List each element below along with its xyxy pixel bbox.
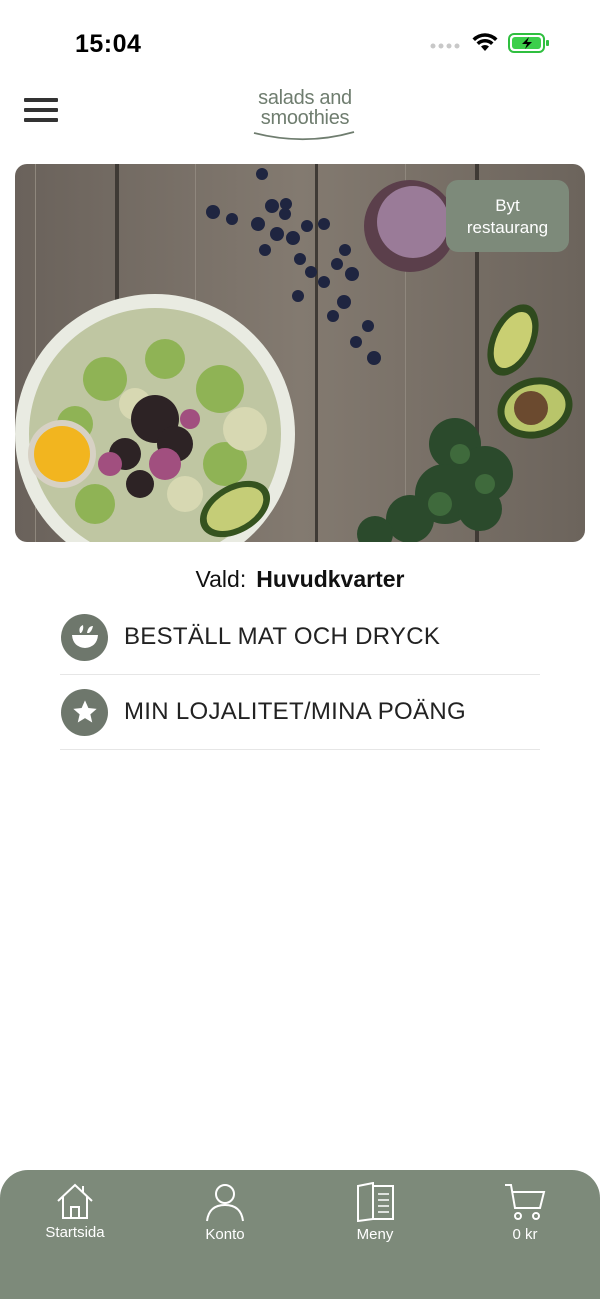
star-icon xyxy=(61,688,108,736)
menu-book-icon xyxy=(357,1182,394,1222)
bottom-tab-bar: Startsida Konto Meny 0 kr xyxy=(0,1170,600,1299)
change-restaurant-button[interactable]: Byt restaurang xyxy=(446,180,569,252)
menu-line-icon xyxy=(24,98,58,102)
change-restaurant-label-line1: Byt xyxy=(495,196,520,215)
bowl-icon xyxy=(61,613,108,661)
tab-menu[interactable]: Meny xyxy=(315,1182,435,1243)
logo-text-line2: smoothies xyxy=(260,107,350,129)
change-restaurant-label-line2: restaurang xyxy=(466,218,549,237)
status-time: 15:04 xyxy=(75,30,142,58)
wifi-icon xyxy=(472,33,498,58)
hamburger-menu-button[interactable] xyxy=(24,98,62,128)
order-food-label: BESTÄLL MAT OCH DRYCK xyxy=(124,623,441,650)
logo-swoosh-icon xyxy=(253,131,355,141)
person-icon xyxy=(206,1184,244,1222)
tab-home-label: Startsida xyxy=(45,1224,105,1241)
home-icon xyxy=(57,1183,93,1219)
tab-home[interactable]: Startsida xyxy=(15,1182,135,1241)
menu-line-icon xyxy=(24,118,58,122)
cart-icon xyxy=(505,1184,546,1220)
loyalty-points-button[interactable]: MIN LOJALITET/MINA POÄNG xyxy=(60,675,540,750)
status-icons xyxy=(430,32,550,59)
brand-logo: salads and smoothies xyxy=(250,88,360,144)
tab-cart[interactable]: 0 kr xyxy=(465,1182,585,1243)
selected-label: Vald: xyxy=(195,566,247,592)
loyalty-points-label: MIN LOJALITET/MINA POÄNG xyxy=(124,698,466,725)
order-food-button[interactable]: BESTÄLL MAT OCH DRYCK xyxy=(60,600,540,675)
selected-restaurant-name: Huvudkvarter xyxy=(256,566,405,592)
tab-account-label: Konto xyxy=(205,1226,245,1243)
menu-line-icon xyxy=(24,108,58,112)
tab-menu-label: Meny xyxy=(356,1226,394,1243)
tab-account[interactable]: Konto xyxy=(165,1182,285,1243)
signal-dots-icon xyxy=(430,37,462,55)
selected-restaurant: Vald: Huvudkvarter xyxy=(0,566,600,593)
status-bar: 15:04 xyxy=(0,0,600,80)
logo-text-line1: salads and xyxy=(258,87,352,109)
battery-charging-icon xyxy=(508,32,550,59)
tab-cart-label: 0 kr xyxy=(512,1226,538,1243)
